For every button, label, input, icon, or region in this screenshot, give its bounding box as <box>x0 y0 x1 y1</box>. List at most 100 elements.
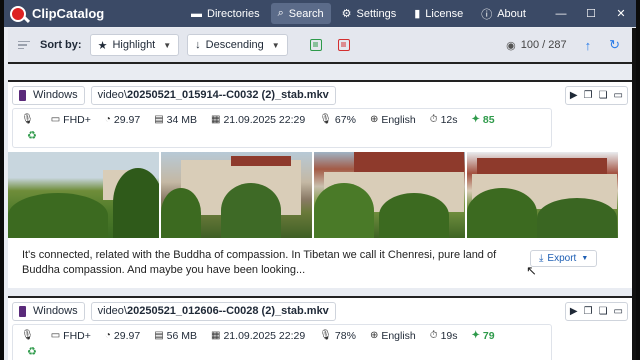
result-count: ◉ 100 / 287 ↑ ↻ <box>506 37 632 53</box>
voice-prop: 🎙 78% <box>319 327 356 344</box>
sort-field-select[interactable]: ★ Highlight ▼ <box>89 34 180 56</box>
thumbnail[interactable] <box>8 152 159 238</box>
brand: ClipCatalog <box>4 5 174 22</box>
chevron-down-icon: ▼ <box>163 40 172 50</box>
quality-value: FHD+ <box>63 329 91 342</box>
score-value: 79 <box>482 329 495 342</box>
open-folder-icon[interactable]: ▭ <box>614 90 623 101</box>
file-name-label: 20250521_015914--C0032 (2)_stab.mkv <box>126 89 329 101</box>
file-name[interactable]: video\ 20250521_012606--C0028 (2)_stab.mk… <box>90 301 336 321</box>
score-prop: ✦ 85 <box>472 111 495 128</box>
fps-prop: ◔ 29.97 <box>105 327 140 344</box>
voice-value: 78% <box>334 329 356 342</box>
copy-icon[interactable]: ❐ <box>584 90 593 101</box>
app-logo-icon <box>10 5 26 22</box>
minimize-icon[interactable]: — <box>546 8 576 20</box>
nav-search[interactable]: ⌕ Search <box>270 3 331 24</box>
video-icon: ▭ <box>50 114 61 126</box>
nav-about[interactable]: ⓘ About <box>474 3 533 24</box>
duration-prop: ⏱ 19s <box>430 327 458 344</box>
sort-icon <box>18 40 32 50</box>
sparkle-icon: ✦ <box>471 114 480 126</box>
nav-search-label: Search <box>288 7 324 20</box>
copy-icon[interactable]: ❐ <box>584 306 593 317</box>
speedometer-icon: ◔ <box>104 114 111 126</box>
transcript-text: It's connected, related with the Buddha … <box>22 249 497 276</box>
microphone-icon: 🎙 <box>319 330 332 342</box>
gear-icon: ⚙ <box>341 8 352 20</box>
thumbnail[interactable] <box>314 152 465 238</box>
folder-icon: ▬ <box>191 7 202 20</box>
storage-icon: ▤ <box>154 330 164 342</box>
app-window: ClipCatalog ▬ Directories ⌕ Search ⚙ Set… <box>4 0 636 360</box>
recycle-icon[interactable]: ♻ <box>27 345 543 360</box>
nav-directories-label: Directories <box>207 7 260 20</box>
quality-value: FHD+ <box>63 113 91 126</box>
download-icon: ⤓ <box>539 253 544 264</box>
storage-icon: ▤ <box>154 114 164 126</box>
file-path-prefix: video\ <box>97 89 127 101</box>
copy-path-icon[interactable]: ❏ <box>599 306 608 317</box>
file-name[interactable]: video\ 20250521_015914--C0032 (2)_stab.mk… <box>90 85 336 105</box>
score-value: 85 <box>482 113 495 126</box>
scroll-top-icon[interactable]: ↑ <box>585 38 592 53</box>
recycle-icon[interactable]: ♻ <box>27 129 543 145</box>
size-value: 34 MB <box>166 113 198 126</box>
calendar-icon: ▦ <box>211 330 221 342</box>
maximize-icon[interactable]: ☐ <box>576 7 606 20</box>
language-prop: ⊕ English <box>370 327 416 344</box>
mouse-cursor-icon: ↖ <box>526 263 537 278</box>
chevron-down-icon: ▼ <box>581 255 589 262</box>
metadata-panel: 🎙 ▭ FHD+ ◔ 29.97 ▤ 34 MB ▦ 21.09.2025 22:29 … <box>12 108 552 148</box>
thumbnail[interactable] <box>467 152 618 238</box>
language-prop: ⊕ English <box>370 111 416 128</box>
date-value: 21.09.2025 22:29 <box>223 329 306 342</box>
nav-settings[interactable]: ⚙ Settings <box>335 3 404 24</box>
close-icon[interactable]: ✕ <box>606 7 636 20</box>
language-value: English <box>381 329 416 342</box>
sort-by-label: Sort by: <box>40 39 82 51</box>
export-button[interactable]: ⤓ Export ▼ <box>530 250 598 267</box>
duration-prop: ⏱ 12s <box>430 111 458 128</box>
select-all-icon[interactable] <box>309 39 322 51</box>
sort-order-select[interactable]: ↓ Descending ▼ <box>187 34 288 56</box>
microphone-prop: 🎙 <box>21 327 37 344</box>
voice-value: 67% <box>334 113 356 126</box>
thumbnail[interactable] <box>161 152 312 238</box>
refresh-icon[interactable]: ↻ <box>609 37 620 53</box>
date-prop: ▦ 21.09.2025 22:29 <box>211 111 305 128</box>
sort-field-value: Highlight <box>112 39 156 51</box>
video-icon: ▭ <box>50 330 61 342</box>
globe-icon: ⊕ <box>369 114 379 126</box>
play-icon[interactable]: ▶ <box>570 90 578 101</box>
nav-license-label: License <box>425 7 464 20</box>
size-prop: ▤ 34 MB <box>154 111 197 128</box>
deselect-all-icon[interactable] <box>337 39 350 51</box>
fps-prop: ◔ 29.97 <box>105 111 140 128</box>
star-icon: ★ <box>97 39 108 52</box>
scrollbar[interactable] <box>632 28 636 360</box>
fps-value: 29.97 <box>113 329 141 342</box>
play-icon[interactable]: ▶ <box>570 306 578 317</box>
open-folder-icon[interactable]: ▭ <box>614 306 623 317</box>
sort-bar: Sort by: ★ Highlight ▼ ↓ Descending ▼ ◉ … <box>8 28 632 64</box>
nav-license[interactable]: ▮ License <box>407 3 470 24</box>
metadata-panel: 🎙 ▭ FHD+ ◔ 29.97 ▤ 56 MB ▦ 21.09.2025 22:29 … <box>12 324 552 360</box>
microphone-prop: 🎙 <box>21 111 37 128</box>
search-icon: ⌕ <box>277 7 284 19</box>
windows-icon <box>19 89 26 101</box>
date-prop: ▦ 21.09.2025 22:29 <box>211 327 305 344</box>
speedometer-icon: ◔ <box>104 330 111 342</box>
nav-directories[interactable]: ▬ Directories <box>184 3 267 24</box>
fps-value: 29.97 <box>113 113 141 126</box>
transcript-row: It's connected, related with the Buddha … <box>8 238 632 278</box>
file-name-label: 20250521_012606--C0028 (2)_stab.mkv <box>126 305 329 317</box>
windows-icon <box>19 305 26 317</box>
copy-path-icon[interactable]: ❏ <box>599 90 608 101</box>
nav-items: ▬ Directories ⌕ Search ⚙ Settings ▮ Lice… <box>184 3 537 24</box>
language-value: English <box>381 113 416 126</box>
date-value: 21.09.2025 22:29 <box>223 113 306 126</box>
platform-chip: Windows <box>12 85 85 105</box>
sort-order-value: Descending <box>205 39 264 51</box>
size-prop: ▤ 56 MB <box>154 327 197 344</box>
